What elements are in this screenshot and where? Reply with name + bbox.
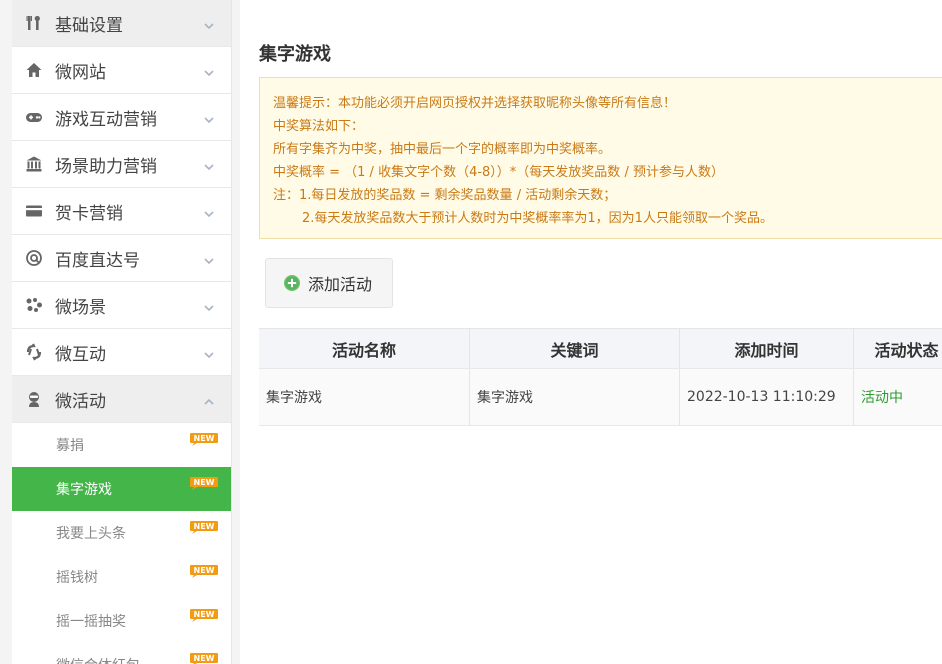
chevron-down-icon: [203, 346, 215, 359]
notice-line: 注：1.每日发放的奖品数 = 剩余奖品数量 / 活动剩余天数；: [273, 188, 617, 203]
notice-line: 所有字集齐为中奖，抽中最后一个字的概率即为中奖概率。: [273, 142, 612, 157]
tools-icon: [24, 13, 44, 33]
menu-item-micro-interact[interactable]: 微互动: [12, 329, 231, 376]
sub-item-word-collect-game[interactable]: 集字游戏 NEW: [12, 467, 231, 511]
chevron-up-icon: [203, 393, 215, 405]
notice-line: 中奖概率 = （1 / 收集文字个数（4-8））*（每天发放奖品数 / 预计参与…: [273, 165, 724, 180]
notice-box: 温馨提示：本功能必须开启网页授权并选择获取昵称头像等所有信息！ 中奖算法如下： …: [259, 77, 942, 239]
svg-text:NEW: NEW: [194, 654, 215, 663]
at-icon: [24, 248, 44, 268]
new-badge-icon: NEW: [189, 607, 219, 622]
new-badge-icon: NEW: [189, 431, 219, 446]
column-header: 活动状态: [874, 340, 939, 360]
chevron-down-icon: [203, 158, 215, 171]
sub-item-donation[interactable]: 募捐 NEW: [12, 423, 231, 467]
sub-item-shake-lottery[interactable]: 摇一摇抽奖 NEW: [12, 599, 231, 643]
sub-item-label: 摇钱树: [56, 570, 98, 586]
menu-item-scene-marketing[interactable]: 场景助力营销: [12, 141, 231, 188]
menu-item-baidu-direct[interactable]: 百度直达号: [12, 235, 231, 282]
column-header: 活动名称: [259, 329, 470, 368]
sub-item-money-tree[interactable]: 摇钱树 NEW: [12, 555, 231, 599]
menu-item-basic-settings[interactable]: 基础设置: [12, 0, 231, 47]
table-row[interactable]: 集字游戏 集字游戏 2022-10-13 11:10:29 活动中: [259, 369, 942, 426]
new-badge-icon: NEW: [189, 519, 219, 534]
new-badge-icon: NEW: [189, 651, 219, 664]
menu-item-micro-activity[interactable]: 微活动: [12, 376, 231, 423]
plus-circle-icon: [284, 275, 300, 291]
add-activity-label: 添加活动: [308, 275, 373, 294]
svg-text:NEW: NEW: [194, 434, 215, 443]
sub-item-label: 摇一摇抽奖: [56, 614, 126, 630]
sidebar-menu: 基础设置 微网站 游戏互动营销 场景助力营销 贺卡营销 百度直达号 微场景 微互…: [12, 0, 232, 664]
menu-label: 基础设置: [55, 15, 123, 36]
added-time-cell: 2022-10-13 11:10:29: [680, 369, 854, 425]
interact-icon: [24, 342, 44, 362]
menu-label: 场景助力营销: [55, 156, 157, 177]
card-icon: [24, 201, 44, 221]
chevron-down-icon: [203, 205, 215, 218]
menu-label: 游戏互动营销: [55, 109, 157, 130]
sidebar: 基础设置 微网站 游戏互动营销 场景助力营销 贺卡营销 百度直达号 微场景 微互…: [0, 0, 240, 664]
gamepad-icon: [24, 107, 44, 127]
new-badge-icon: NEW: [189, 475, 219, 490]
sub-item-label: 集字游戏: [56, 482, 112, 498]
keyword-cell: 集字游戏: [470, 369, 680, 425]
scene-icon: [24, 295, 44, 315]
chevron-down-icon: [203, 64, 215, 77]
menu-label: 百度直达号: [55, 250, 140, 271]
menu-label: 微活动: [55, 391, 106, 412]
menu-label: 微互动: [55, 344, 106, 365]
table-header-row: 活动名称 关键词 添加时间 活动状态: [259, 329, 942, 369]
home-icon: [24, 60, 44, 80]
menu-item-game-marketing[interactable]: 游戏互动营销: [12, 94, 231, 141]
sub-item-label: 我要上头条: [56, 526, 126, 542]
menu-item-micro-site[interactable]: 微网站: [12, 47, 231, 94]
svg-text:NEW: NEW: [194, 478, 215, 487]
column-header: 关键词: [470, 329, 680, 368]
chevron-down-icon: [203, 299, 215, 312]
notice-line: 中奖算法如下：: [273, 119, 365, 134]
column-header: 添加时间: [680, 329, 854, 368]
new-badge-icon: NEW: [189, 563, 219, 578]
menu-item-micro-scene[interactable]: 微场景: [12, 282, 231, 329]
bank-icon: [24, 154, 44, 174]
chevron-down-icon: [203, 111, 215, 124]
status-cell: 活动中: [861, 390, 903, 406]
activity-name-cell: 集字游戏: [259, 369, 470, 425]
menu-label: 微场景: [55, 297, 106, 318]
menu-item-greeting-card[interactable]: 贺卡营销: [12, 188, 231, 235]
notice-line: 2.每天发放奖品数大于预计人数时为中奖概率率为1，因为1人只能领取一个奖品。: [302, 211, 773, 226]
chevron-down-icon: [203, 17, 215, 30]
activity-table: 活动名称 关键词 添加时间 活动状态 集字游戏 集字游戏 2022-10-13 …: [259, 328, 942, 426]
main-content: 集字游戏 温馨提示：本功能必须开启网页授权并选择获取昵称头像等所有信息！ 中奖算…: [240, 0, 942, 664]
sub-item-combined-red-packet[interactable]: 微信合体红包 NEW: [12, 643, 231, 664]
activity-icon: [24, 389, 44, 409]
svg-text:NEW: NEW: [194, 566, 215, 575]
page-title: 集字游戏: [259, 44, 331, 65]
svg-text:NEW: NEW: [194, 610, 215, 619]
sub-item-label: 募捐: [56, 438, 84, 454]
notice-line: 温馨提示：本功能必须开启网页授权并选择获取昵称头像等所有信息！: [273, 96, 677, 111]
sub-item-headline[interactable]: 我要上头条 NEW: [12, 511, 231, 555]
menu-label: 贺卡营销: [55, 203, 123, 224]
chevron-down-icon: [203, 252, 215, 265]
sub-item-label: 微信合体红包: [56, 655, 140, 664]
add-activity-button[interactable]: 添加活动: [265, 258, 393, 308]
svg-text:NEW: NEW: [194, 522, 215, 531]
menu-label: 微网站: [55, 62, 106, 83]
